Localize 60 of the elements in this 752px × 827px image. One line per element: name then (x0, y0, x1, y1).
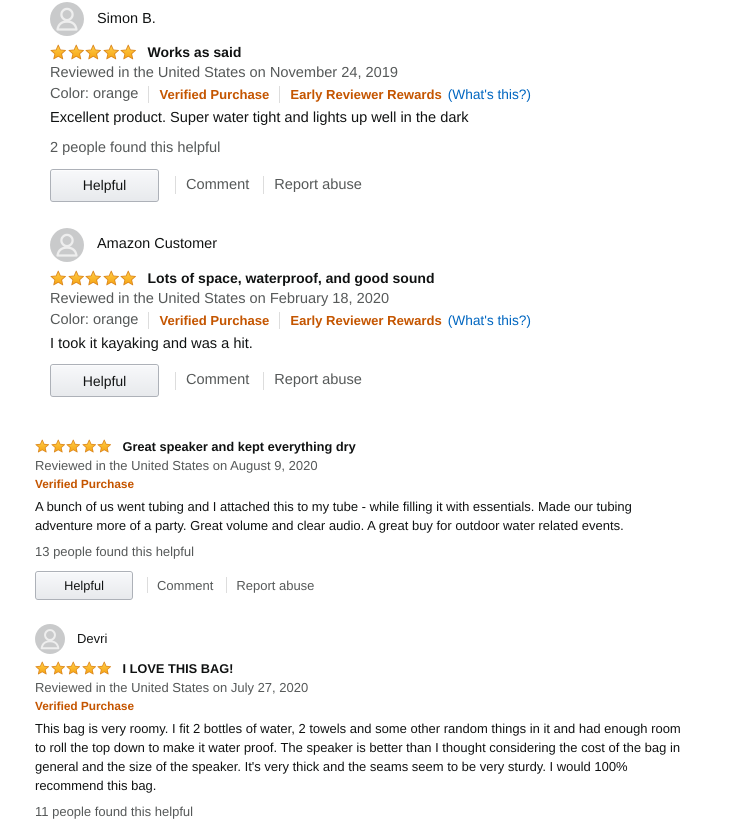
star-icon (35, 439, 50, 454)
review-title[interactable]: Lots of space, waterproof, and good sound (148, 268, 435, 288)
avatar-icon (50, 2, 84, 36)
star-icon (66, 439, 80, 454)
star-icon (82, 439, 96, 454)
helpful-button[interactable]: Helpful (50, 168, 159, 202)
variant-label: Color: orange (50, 310, 138, 330)
star-icon (85, 270, 102, 286)
review-title[interactable]: Works as said (148, 42, 242, 63)
report-abuse-link[interactable]: Report abuse (236, 576, 314, 594)
star-icon (120, 270, 136, 286)
review-date: Reviewed in the United States on July 27, 2020 (35, 679, 310, 697)
variant-label: Color: orange (50, 85, 138, 104)
avatar-icon (50, 228, 84, 262)
review-date: Reviewed in the United States on February 18, 2020 (50, 290, 390, 308)
verified-purchase-label: Verified Purchase (159, 86, 270, 104)
helpful-count: 11 people found this helpful (35, 803, 194, 821)
avatar-icon (35, 624, 65, 654)
star-icon (82, 661, 96, 676)
review-title[interactable]: I LOVE THIS BAG! (122, 659, 234, 678)
review-date: Reviewed in the United States on August 9, 2020 (35, 457, 319, 475)
review-text: This bag is very roomy. I fit 2 bottles of water, 2 towels and some other random things in it and had enough room to roll the top down to make it water proof. The speaker is better than I thought considering the cost of the bag in general and the size of the speaker. It's very thick and the seams seem to be very sturdy. I would 100% recommend this bag. (35, 720, 682, 795)
reviewer-name[interactable]: Devri (77, 629, 108, 648)
comment-link[interactable]: Comment (157, 576, 214, 594)
whats-this-link[interactable]: (What's this?) (448, 84, 531, 105)
reviewer-name[interactable]: Amazon Customer (97, 234, 218, 255)
report-abuse-link[interactable]: Report abuse (274, 370, 362, 391)
review-text: A bunch of us went tubing and I attached this to my tube - while filling it with essentials. Made our tubing adventure more of a party. Great volume and clear audio. A great buy for outdoor water related events. (35, 498, 633, 535)
review-text: I took it kayaking and was a hit. (50, 334, 254, 354)
verified-purchase-label: Verified Purchase (159, 312, 270, 330)
verified-purchase-label: Verified Purchase (35, 698, 134, 715)
verified-purchase-label: Verified Purchase (35, 476, 134, 493)
star-icon (35, 661, 50, 676)
helpful-count: 13 people found this helpful (35, 543, 196, 561)
helpful-button[interactable]: Helpful (50, 364, 159, 397)
review-text: Excellent product. Super water tight and lights up well in the dark (50, 109, 470, 128)
star-icon (97, 439, 112, 454)
star-icon (50, 270, 66, 286)
star-icon (68, 44, 84, 61)
helpful-count: 2 people found this helpful (50, 139, 222, 158)
whats-this-link[interactable]: (What's this?) (448, 310, 531, 330)
review-date: Reviewed in the United States on November 24, 2019 (50, 64, 400, 83)
star-icon (85, 44, 102, 61)
star-icon (120, 44, 136, 61)
report-abuse-link[interactable]: Report abuse (274, 174, 362, 196)
comment-link[interactable]: Comment (186, 370, 250, 391)
star-icon (102, 44, 119, 61)
review-title[interactable]: Great speaker and kept everything dry (122, 437, 356, 456)
reward-program-label: Early Reviewer Rewards (290, 312, 442, 330)
star-icon (97, 661, 112, 676)
star-icon (50, 439, 65, 454)
star-icon (50, 661, 65, 676)
star-icon (68, 270, 84, 286)
star-icon (102, 270, 119, 286)
star-icon (50, 44, 66, 61)
star-icon (66, 661, 80, 676)
helpful-button[interactable]: Helpful (35, 570, 133, 600)
reviewer-name[interactable]: Simon B. (97, 8, 156, 30)
reward-program-label: Early Reviewer Rewards (290, 86, 442, 104)
comment-link[interactable]: Comment (186, 174, 250, 196)
